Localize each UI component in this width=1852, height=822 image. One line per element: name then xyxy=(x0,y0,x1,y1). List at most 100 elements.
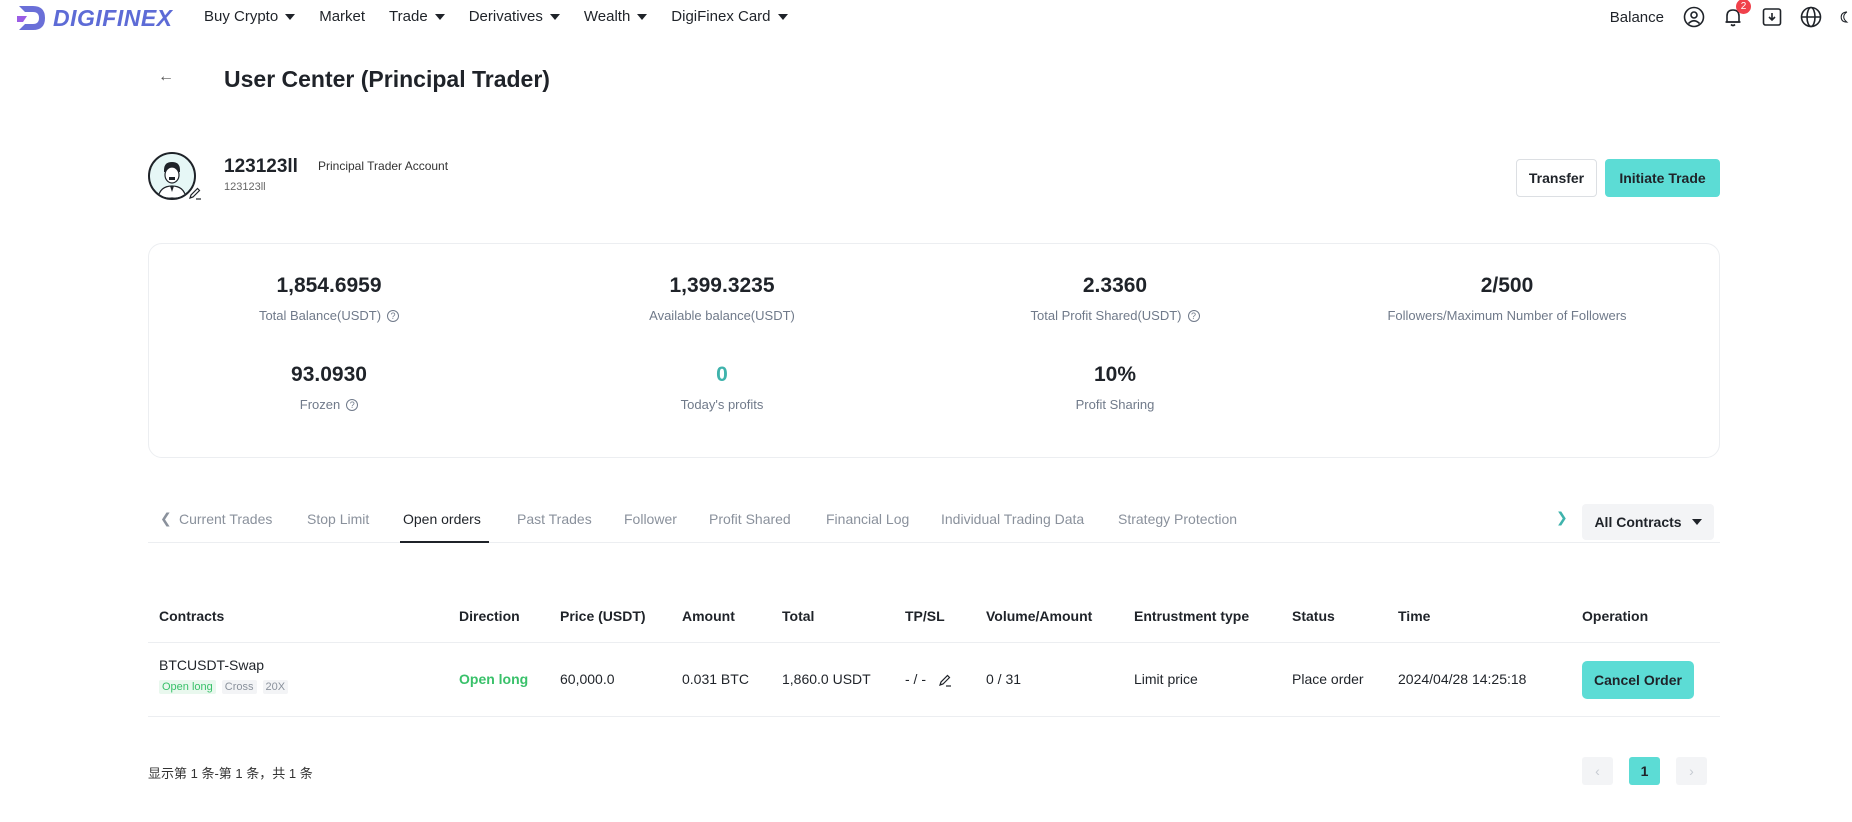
pagination-summary: 显示第 1 条-第 1 条，共 1 条 xyxy=(148,766,313,781)
table-header: Contracts Direction Price (USDT) Amount … xyxy=(148,597,1720,643)
chevron-down-icon xyxy=(637,13,648,20)
chevron-down-icon xyxy=(1691,519,1702,525)
tab-profit-shared[interactable]: Profit Shared xyxy=(709,511,791,527)
account-type-label: Principal Trader Account xyxy=(318,159,449,173)
cancel-order-button[interactable]: Cancel Order xyxy=(1582,661,1694,699)
contracts-filter-dropdown[interactable]: All Contracts xyxy=(1582,504,1714,540)
tab-follower[interactable]: Follower xyxy=(624,511,677,527)
logo-mark-icon xyxy=(17,6,45,30)
col-status: Status xyxy=(1292,608,1335,624)
col-contracts: Contracts xyxy=(159,608,225,624)
frozen-label: Frozen xyxy=(299,397,341,412)
moon-icon[interactable] xyxy=(1838,5,1852,29)
nav-buy-crypto-label: Buy Crypto xyxy=(204,8,279,25)
total-balance-value: 1,854.6959 xyxy=(276,274,382,297)
chevron-down-icon xyxy=(549,13,560,20)
username: 123123ll xyxy=(224,156,298,177)
stat-total-profit-shared: 2.3360 Total Profit Shared(USDT)? xyxy=(935,274,1295,323)
bell-icon[interactable]: 2 xyxy=(1721,0,1751,29)
stat-followers: 2/500 Followers/Maximum Number of Follow… xyxy=(1327,274,1687,323)
page-1-button[interactable]: 1 xyxy=(1629,757,1660,785)
col-operation: Operation xyxy=(1582,608,1649,624)
transfer-button[interactable]: Transfer xyxy=(1516,159,1597,197)
nav-derivatives-label: Derivatives xyxy=(468,8,543,25)
tab-financial-log[interactable]: Financial Log xyxy=(826,511,909,527)
chevron-left-icon[interactable]: ❮ xyxy=(160,510,172,527)
cell-amount: 0.031 BTC xyxy=(682,671,749,687)
total-profit-shared-value: 2.3360 xyxy=(1082,274,1148,297)
download-icon[interactable] xyxy=(1760,5,1784,29)
table-row: BTCUSDT-Swap Open long Cross 20X Open lo… xyxy=(148,643,1720,717)
next-page-button[interactable]: › xyxy=(1676,757,1707,785)
nav-wealth[interactable]: Wealth xyxy=(584,8,648,25)
globe-icon[interactable] xyxy=(1799,5,1823,29)
logo-text: DIGIFINEX xyxy=(53,4,173,31)
open-orders-table: Contracts Direction Price (USDT) Amount … xyxy=(148,597,1720,717)
available-balance-value: 1,399.3235 xyxy=(669,274,775,297)
total-balance-label: Total Balance(USDT) xyxy=(258,308,382,323)
tab-strategy-protection[interactable]: Strategy Protection xyxy=(1118,511,1237,527)
main-menu: Buy Crypto Market Trade Derivatives Weal… xyxy=(204,8,812,25)
frozen-value: 93.0930 xyxy=(291,363,367,386)
followers-value: 2/500 xyxy=(1480,274,1534,297)
cell-status: Place order xyxy=(1292,671,1364,687)
logo[interactable]: DIGIFINEX xyxy=(15,4,173,32)
back-arrow-icon[interactable]: ← xyxy=(158,68,174,86)
col-total: Total xyxy=(782,608,815,624)
total-profit-shared-label: Total Profit Shared(USDT) xyxy=(1030,308,1182,323)
nav-card-label: DigiFinex Card xyxy=(671,8,771,25)
nav-right-tools: Balance 2 xyxy=(1610,0,1852,29)
followers-label: Followers/Maximum Number of Followers xyxy=(1387,308,1627,323)
tpsl-value: - / - xyxy=(905,671,926,687)
prev-page-button[interactable]: ‹ xyxy=(1582,757,1613,785)
cell-tpsl: - / - xyxy=(905,671,952,687)
col-amount: Amount xyxy=(682,608,735,624)
direction-tag: Open long xyxy=(159,680,216,694)
chevron-down-icon xyxy=(777,13,788,20)
cell-entrustment-type: Limit price xyxy=(1134,671,1198,687)
todays-profits-label: Today's profits xyxy=(680,397,764,412)
tab-open-orders[interactable]: Open orders xyxy=(403,511,481,527)
col-direction: Direction xyxy=(459,608,520,624)
stat-todays-profits: 0 Today's profits xyxy=(542,363,902,412)
chevron-right-icon[interactable]: ❯ xyxy=(1556,509,1568,526)
cell-direction: Open long xyxy=(459,671,529,687)
contract-pair: BTCUSDT-Swap xyxy=(159,657,265,673)
col-tpsl: TP/SL xyxy=(905,608,945,624)
edit-icon[interactable] xyxy=(938,673,952,687)
active-tab-indicator xyxy=(400,541,489,543)
leverage-tag: 20X xyxy=(262,680,289,694)
tab-current-trades[interactable]: Current Trades xyxy=(179,511,272,527)
nav-derivatives[interactable]: Derivatives xyxy=(469,8,560,25)
user-id: 123123ll xyxy=(224,181,266,193)
stats-card: 1,854.6959 Total Balance(USDT)? 1,399.32… xyxy=(148,243,1720,458)
help-icon[interactable]: ? xyxy=(387,309,400,322)
chevron-down-icon xyxy=(285,13,296,20)
user-icon[interactable] xyxy=(1682,5,1706,29)
nav-market[interactable]: Market xyxy=(319,8,365,25)
balance-link[interactable]: Balance xyxy=(1610,9,1664,26)
help-icon[interactable]: ? xyxy=(346,398,359,411)
tab-stop-limit[interactable]: Stop Limit xyxy=(307,511,369,527)
chevron-down-icon xyxy=(434,13,445,20)
tab-individual-trading-data[interactable]: Individual Trading Data xyxy=(941,511,1084,527)
profit-sharing-value: 10% xyxy=(1093,363,1137,386)
nav-buy-crypto[interactable]: Buy Crypto xyxy=(204,8,296,25)
contract-tags: Open long Cross 20X xyxy=(159,680,289,694)
tab-past-trades[interactable]: Past Trades xyxy=(517,511,592,527)
cell-total: 1,860.0 USDT xyxy=(782,671,871,687)
available-balance-label: Available balance(USDT) xyxy=(649,308,795,323)
col-entrustment-type: Entrustment type xyxy=(1134,608,1250,624)
cell-price: 60,000.0 xyxy=(560,671,615,687)
nav-trade[interactable]: Trade xyxy=(389,8,445,25)
margin-mode-tag: Cross xyxy=(221,680,257,694)
todays-profits-value: 0 xyxy=(716,363,728,386)
edit-avatar-icon[interactable] xyxy=(188,186,202,200)
nav-digifinex-card[interactable]: DigiFinex Card xyxy=(671,8,788,25)
nav-trade-label: Trade xyxy=(389,8,428,25)
help-icon[interactable]: ? xyxy=(1187,309,1200,322)
initiate-trade-button[interactable]: Initiate Trade xyxy=(1605,159,1720,197)
stat-total-balance: 1,854.6959 Total Balance(USDT)? xyxy=(149,274,509,323)
col-time: Time xyxy=(1398,608,1431,624)
col-volume: Volume/Amount xyxy=(986,608,1093,624)
